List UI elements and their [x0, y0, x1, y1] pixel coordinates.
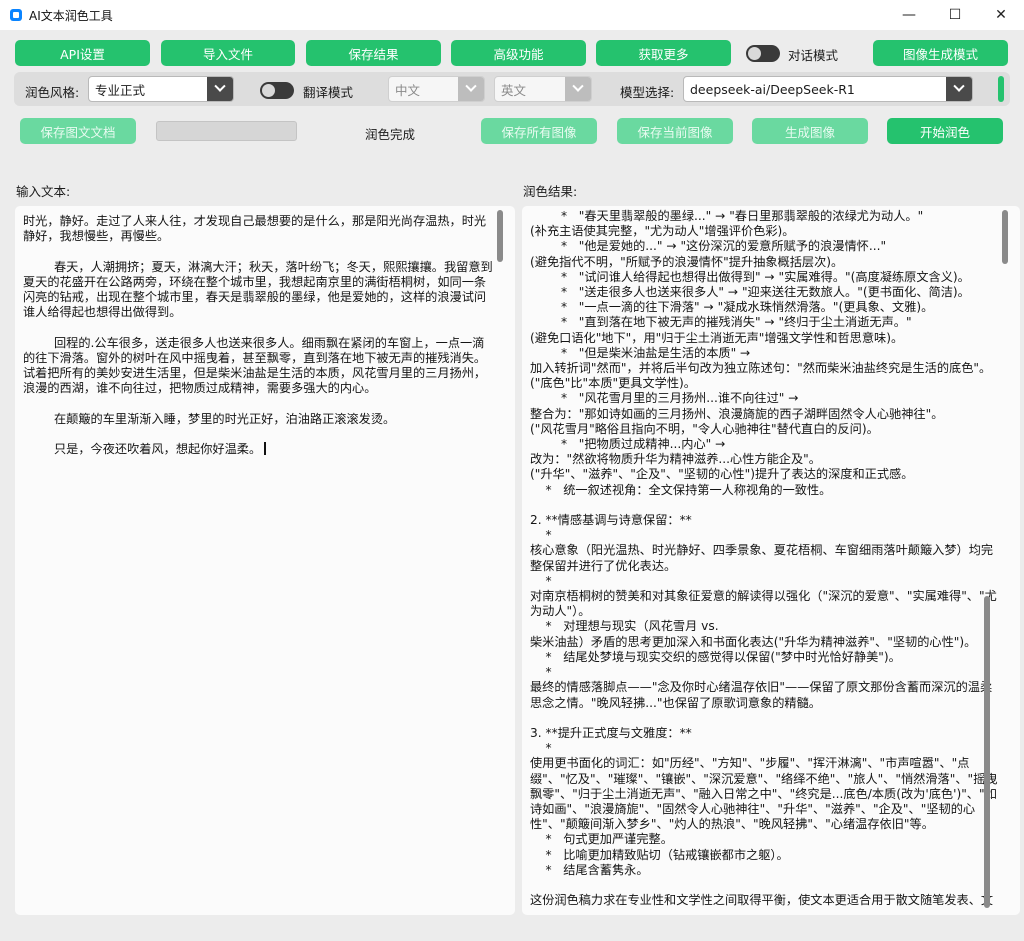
chevron-down-icon[interactable] [565, 77, 591, 101]
chevron-down-icon[interactable] [458, 77, 484, 101]
chat-mode-toggle[interactable] [746, 45, 780, 62]
input-scrollbar[interactable] [497, 210, 503, 262]
output-text: * "春天里翡翠般的墨绿..." → "春日里那翡翠般的浓绿尤为动人。" (补充… [530, 209, 998, 907]
status-text: 润色完成 [365, 127, 416, 142]
output-scrollbar-upper[interactable] [1002, 210, 1008, 264]
chevron-down-icon[interactable] [946, 77, 972, 101]
progress-bar [156, 121, 297, 141]
input-text: 时光，静好。走过了人来人往，才发现自己最想要的是什么，那是阳光尚存温热，时光静好… [23, 214, 493, 457]
translate-mode-label: 翻译模式 [303, 85, 354, 100]
source-lang-value: 中文 [395, 82, 421, 98]
api-settings-button[interactable]: API设置 [15, 40, 150, 66]
text-caret [264, 442, 266, 456]
save-image-doc-button[interactable]: 保存图文文档 [20, 118, 136, 144]
chat-mode-label: 对话模式 [788, 48, 839, 63]
import-file-button[interactable]: 导入文件 [161, 40, 295, 66]
target-lang-select[interactable]: 英文 [494, 76, 592, 102]
translate-mode-toggle[interactable] [260, 82, 294, 99]
model-select-value: deepseek-ai/DeepSeek-R1 [690, 81, 855, 97]
style-select[interactable]: 专业正式 [88, 76, 234, 102]
window-controls: — ☐ ✕ [886, 0, 1024, 30]
save-all-images-button[interactable]: 保存所有图像 [481, 118, 597, 144]
generate-image-button[interactable]: 生成图像 [752, 118, 868, 144]
chevron-down-icon[interactable] [207, 77, 233, 101]
style-label: 润色风格: [25, 85, 80, 100]
get-more-button[interactable]: 获取更多 [596, 40, 731, 66]
input-textarea[interactable]: 时光，静好。走过了人来人往，才发现自己最想要的是什么，那是阳光尚存温热，时光静好… [15, 206, 515, 915]
start-polish-button[interactable]: 开始润色 [887, 118, 1003, 144]
target-lang-value: 英文 [501, 82, 527, 98]
app-icon [10, 9, 22, 21]
minimize-button[interactable]: — [886, 0, 932, 30]
advanced-features-button[interactable]: 高级功能 [451, 40, 586, 66]
save-result-button[interactable]: 保存结果 [306, 40, 441, 66]
title-bar: AI文本润色工具 — ☐ ✕ [0, 0, 1024, 30]
source-lang-select[interactable]: 中文 [388, 76, 485, 102]
model-select[interactable]: deepseek-ai/DeepSeek-R1 [683, 76, 973, 102]
maximize-button[interactable]: ☐ [932, 0, 978, 30]
input-text-content: 时光，静好。走过了人来人往，才发现自己最想要的是什么，那是阳光尚存温热，时光静好… [23, 214, 493, 907]
window-title: AI文本润色工具 [29, 8, 113, 23]
output-scrollbar[interactable] [984, 596, 990, 908]
close-button[interactable]: ✕ [978, 0, 1024, 30]
status-indicator [998, 76, 1004, 102]
style-select-value: 专业正式 [95, 82, 146, 98]
output-textarea[interactable]: * "春天里翡翠般的墨绿..." → "春日里那翡翠般的浓绿尤为动人。" (补充… [522, 206, 1020, 915]
input-label: 输入文本: [16, 184, 71, 199]
image-gen-mode-button[interactable]: 图像生成模式 [873, 40, 1008, 66]
save-current-image-button[interactable]: 保存当前图像 [617, 118, 733, 144]
output-text-content: * "春天里翡翠般的墨绿..." → "春日里那翡翠般的浓绿尤为动人。" (补充… [530, 209, 998, 907]
output-label: 润色结果: [523, 184, 578, 199]
model-label: 模型选择: [620, 85, 675, 100]
